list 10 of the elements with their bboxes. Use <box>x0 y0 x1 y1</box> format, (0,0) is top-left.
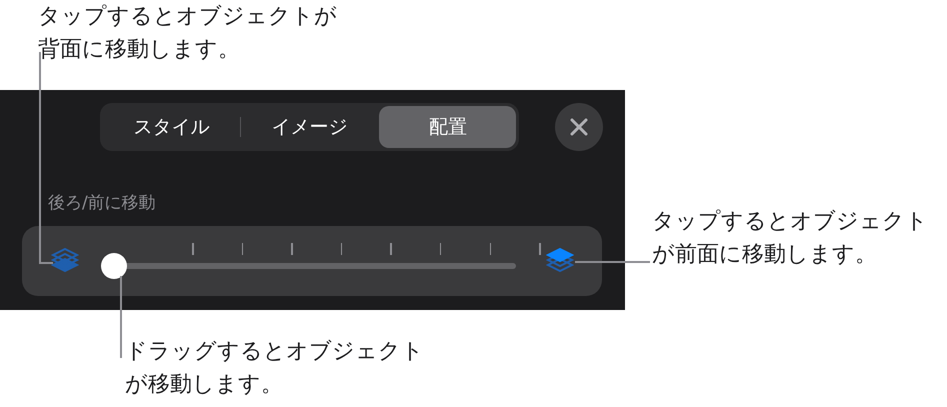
callout-text: タップするとオブジェクトが背面に移動します。 <box>38 3 338 64</box>
section-label: 後ろ/前に移動 <box>48 192 156 214</box>
tab[interactable]: イメージ <box>241 106 378 148</box>
tab[interactable]: スタイル <box>103 106 240 148</box>
callout-text: ドラッグするとオブジェクトが移動します。 <box>125 338 425 399</box>
close-button[interactable] <box>555 103 603 151</box>
slider-thumb[interactable] <box>101 253 127 279</box>
tab[interactable]: 配置 <box>379 106 516 148</box>
callout-text: タップするとオブジェクトが前面に移動します。 <box>652 208 929 269</box>
close-icon <box>570 118 588 136</box>
